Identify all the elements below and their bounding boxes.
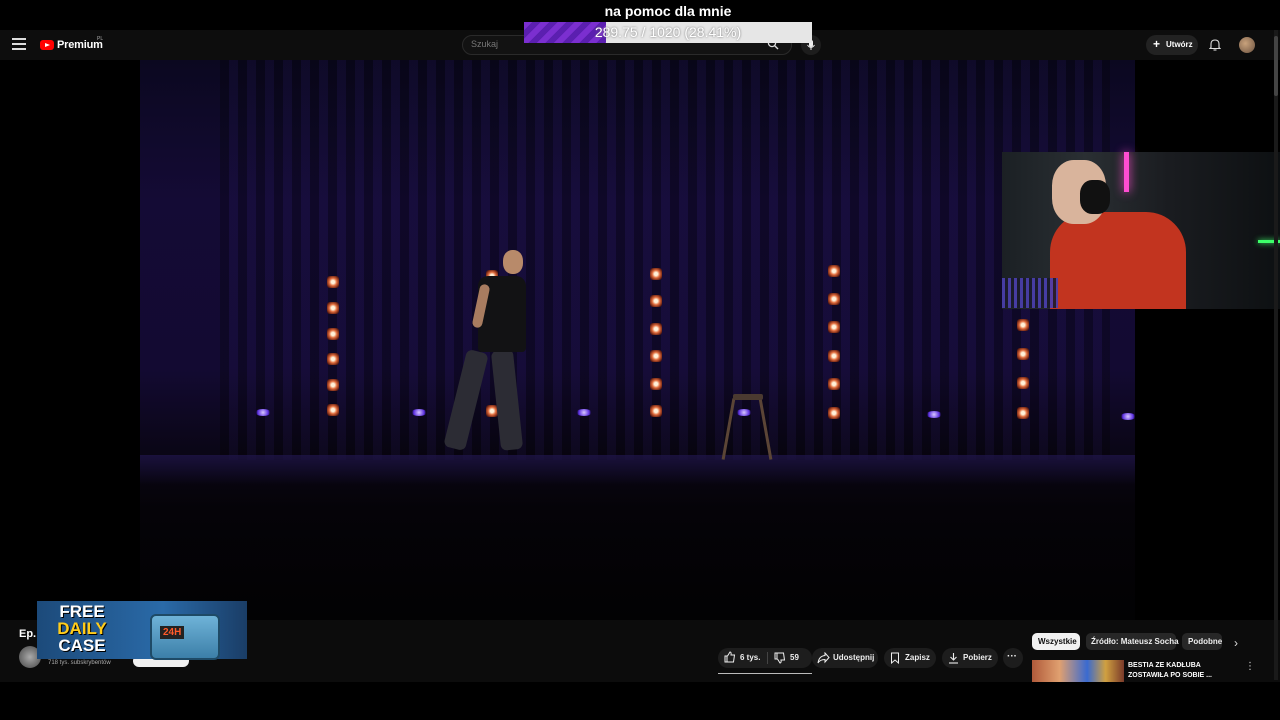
share-icon <box>817 652 830 664</box>
more-icon: ··· <box>1007 651 1017 662</box>
bookmark-icon <box>891 652 899 664</box>
account-avatar[interactable] <box>1239 37 1255 53</box>
promo-line: CASE <box>58 636 106 655</box>
subscriber-count: 718 tys. subskrybentów <box>48 660 111 666</box>
headset <box>1080 180 1110 214</box>
progress-bar: 289.75 / 1020 (28.41%) <box>524 22 812 43</box>
stage-curtain <box>220 60 1110 460</box>
save-label: Zapisz <box>905 653 930 662</box>
bar-stool <box>733 394 763 400</box>
pill-divider <box>767 652 768 664</box>
stage-light-column <box>650 268 664 418</box>
search-placeholder: Szukaj <box>471 39 499 49</box>
overlay-title: na pomoc dla mnie <box>604 3 732 19</box>
video-title: Ep. <box>19 628 37 640</box>
create-label: Utwórz <box>1166 40 1193 49</box>
streamer <box>1050 212 1186 309</box>
download-label: Pobierz <box>963 653 992 662</box>
youtube-logo-icon[interactable] <box>40 40 54 50</box>
scrollbar[interactable] <box>1274 30 1278 680</box>
logo-text[interactable]: Premium <box>57 39 103 51</box>
floor-light <box>576 409 592 416</box>
stage-light-column <box>1017 319 1031 419</box>
stage-light-column <box>828 265 842 420</box>
share-label: Udostępnij <box>833 653 875 662</box>
more-vert-icon[interactable]: ⋮ <box>1245 661 1255 672</box>
scrollbar-thumb[interactable] <box>1274 36 1278 96</box>
chip-label: Źródło: Mateusz Socha <box>1091 637 1179 646</box>
floor-light <box>926 411 942 418</box>
stage-floor <box>140 455 1135 485</box>
bell-icon[interactable] <box>1209 38 1221 51</box>
download-icon <box>949 653 958 664</box>
plus-icon: + <box>1153 37 1161 51</box>
recommended-thumbnail[interactable] <box>1032 660 1124 682</box>
region-label: PL <box>97 36 104 42</box>
like-icon[interactable] <box>724 651 736 663</box>
chevron-right-icon[interactable]: › <box>1234 636 1238 650</box>
menu-icon[interactable] <box>12 38 26 50</box>
promo-line: FREE <box>59 602 105 621</box>
keyboard <box>1002 278 1058 308</box>
floor-light <box>1120 413 1136 420</box>
promo-badge: 24H <box>160 626 185 639</box>
chip-label: Wszystkie <box>1038 637 1077 646</box>
dislike-icon[interactable] <box>774 652 786 664</box>
progress-text: 289.75 / 1020 (28.41%) <box>594 24 742 40</box>
performer <box>503 250 523 274</box>
chip-label: Podobne <box>1188 637 1223 646</box>
promo-line: DAILY <box>57 619 107 638</box>
floor-light <box>736 409 752 416</box>
floor-light <box>411 409 427 416</box>
recommended-title[interactable]: BESTIA ZE KADŁUBA ZOSTAWIŁA PO SOBIE ... <box>1128 661 1228 681</box>
floor-light <box>255 409 271 416</box>
like-count[interactable]: 6 tys. <box>740 653 760 662</box>
dislike-count: 59 <box>790 653 799 662</box>
stage-light-column <box>327 276 341 416</box>
webcam-light <box>1124 152 1129 192</box>
like-underline <box>718 673 812 674</box>
